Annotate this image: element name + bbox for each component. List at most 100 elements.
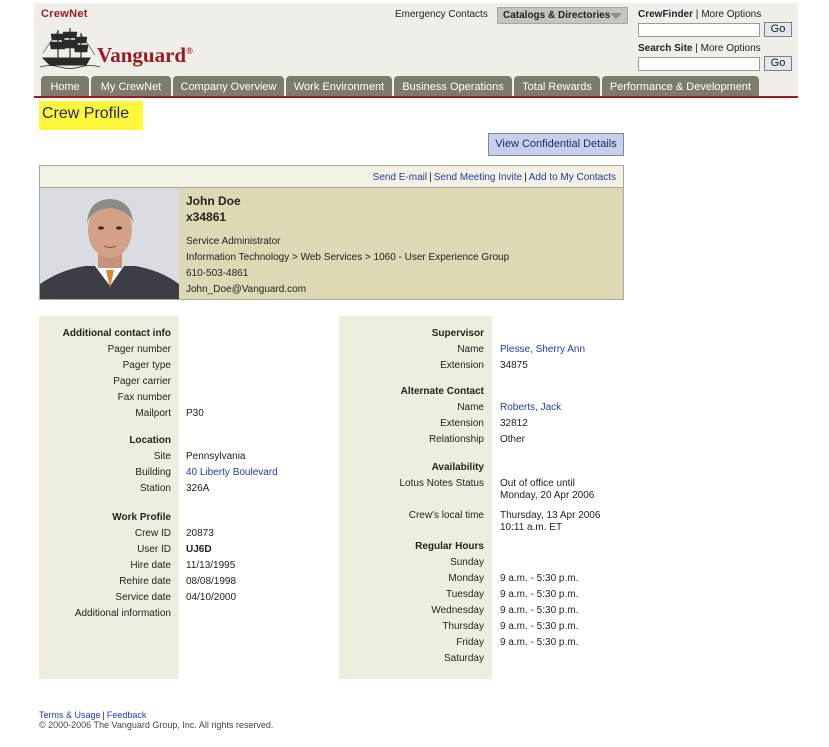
chevron-down-icon — [610, 13, 622, 19]
tab-my-crewnet[interactable]: My CrewNet — [91, 76, 171, 96]
local-time-label: Crew's local time — [408, 510, 484, 521]
lotus-notes-status-line2: Monday, 20 Apr 2006 — [500, 490, 595, 501]
pager-carrier-label: Pager carrier — [113, 376, 171, 387]
crewfinder-label: CrewFinder — [638, 9, 694, 20]
mailport-label: Mailport — [135, 408, 171, 419]
alternate-contact-heading: Alternate Contact — [400, 386, 484, 397]
vanguard-logo-text: Vanguard® — [97, 43, 193, 67]
profile-card: Send E-mail | Send Meeting Invite | Add to M… — [39, 165, 624, 300]
local-time-line2: 10:11 a.m. ET — [500, 522, 563, 533]
building-label: Building — [135, 467, 171, 478]
tab-work-environment[interactable]: Work Environment — [286, 76, 392, 96]
day-label-thursday: Thursday — [442, 621, 484, 632]
separator: | — [695, 43, 698, 54]
lotus-notes-label: Lotus Notes Status — [399, 478, 485, 489]
tab-company-overview[interactable]: Company Overview — [173, 76, 284, 96]
alternate-extension-label: Extension — [440, 418, 484, 429]
site-value: Pennsylvania — [186, 451, 246, 462]
separator: | — [524, 172, 527, 183]
crewfinder-row: CrewFinder | More Options — [638, 9, 761, 20]
main-nav: Home My CrewNet Company Overview Work En… — [34, 76, 798, 96]
view-confidential-button[interactable]: View Confidential Details — [488, 133, 624, 156]
search-site-label: Search Site — [638, 43, 693, 54]
profile-title: Service Administrator — [186, 236, 281, 247]
supervisor-extension-label: Extension — [440, 360, 484, 371]
rehire-date-label: Rehire date — [119, 576, 171, 587]
tab-total-rewards[interactable]: Total Rewards — [514, 76, 600, 96]
crewnet-link[interactable]: CrewNet — [41, 8, 88, 20]
send-meeting-invite-link[interactable]: Send Meeting Invite — [434, 172, 522, 183]
search-go-button[interactable]: Go — [764, 56, 792, 71]
site-label: Site — [153, 451, 171, 462]
regular-hours-heading: Regular Hours — [415, 541, 484, 552]
crew-id-value: 20873 — [186, 528, 214, 539]
day-label-monday: Monday — [448, 573, 484, 584]
hours-friday: 9 a.m. - 5:30 p.m. — [500, 637, 579, 648]
profile-department: Information Technology > Web Services > … — [186, 252, 510, 263]
user-id-label: User ID — [137, 544, 171, 555]
crewfinder-go-button[interactable]: Go — [764, 22, 792, 37]
separator: | — [429, 172, 432, 183]
crew-id-label: Crew ID — [134, 528, 171, 539]
profile-extension: x34861 — [186, 210, 227, 224]
service-date-label: Service date — [115, 592, 171, 603]
profile-photo — [40, 188, 179, 299]
separator: | — [695, 9, 699, 20]
building-link[interactable]: 40 Liberty Boulevard — [186, 467, 278, 478]
card-action-links: Send E-mail | Send Meeting Invite | Add to M… — [373, 172, 616, 183]
supervisor-name-label: Name — [457, 344, 484, 355]
day-label-tuesday: Tuesday — [446, 589, 484, 600]
supervisor-heading: Supervisor — [431, 328, 484, 339]
day-label-friday: Friday — [456, 637, 484, 648]
additional-contact-heading: Additional contact info — [62, 328, 171, 339]
nav-underline — [34, 96, 798, 98]
hire-date-value: 11/13/1995 — [186, 560, 236, 571]
day-label-wednesday: Wednesday — [431, 605, 484, 616]
hire-date-label: Hire date — [130, 560, 171, 571]
work-profile-heading: Work Profile — [112, 512, 171, 523]
fax-number-label: Fax number — [117, 392, 171, 403]
day-label-sunday: Sunday — [450, 557, 484, 568]
tab-home[interactable]: Home — [41, 76, 89, 96]
mailport-value: P30 — [186, 408, 204, 419]
additional-information-label: Additional information — [74, 608, 171, 619]
search-more-options-link[interactable]: More Options — [701, 43, 761, 54]
catalogs-directories-dropdown[interactable]: Catalogs & Directories — [497, 7, 628, 24]
profile-phone: 610-503-4861 — [186, 268, 249, 279]
station-value: 326A — [186, 483, 210, 494]
crewfinder-more-options-link[interactable]: More Options — [701, 9, 761, 20]
supervisor-extension-value: 34875 — [500, 360, 528, 371]
tab-business-operations[interactable]: Business Operations — [394, 76, 512, 96]
relationship-value: Other — [500, 434, 526, 445]
send-email-link[interactable]: Send E-mail — [373, 172, 427, 183]
hours-tuesday: 9 a.m. - 5:30 p.m. — [500, 589, 579, 600]
pager-type-label: Pager type — [122, 360, 171, 371]
user-id-value: UJ6D — [186, 544, 212, 555]
day-label-saturday: Saturday — [443, 653, 484, 664]
catalogs-label: Catalogs & Directories — [503, 10, 611, 21]
terms-usage-link[interactable]: Terms & Usage — [39, 710, 101, 720]
alternate-name-link[interactable]: Roberts, Jack — [500, 402, 561, 413]
card-actions-bar: Send E-mail | Send Meeting Invite | Add to M… — [40, 166, 623, 188]
feedback-link[interactable]: Feedback — [107, 710, 147, 720]
location-heading: Location — [129, 435, 171, 446]
hours-thursday: 9 a.m. - 5:30 p.m. — [500, 621, 579, 632]
supervisor-name-link[interactable]: Plesse, Sherry Ann — [500, 344, 585, 355]
hours-wednesday: 9 a.m. - 5:30 p.m. — [500, 605, 579, 616]
add-to-contacts-link[interactable]: Add to My Contacts — [529, 172, 616, 183]
tab-performance-development[interactable]: Performance & Development — [602, 76, 759, 96]
alternate-name-label: Name — [457, 402, 484, 413]
search-site-row: Search Site | More Options — [638, 43, 761, 54]
profile-email: John_Doe@Vanguard.com — [186, 284, 307, 295]
search-site-input[interactable] — [638, 57, 760, 71]
page-title: Crew Profile — [39, 101, 143, 130]
availability-heading: Availability — [431, 462, 484, 473]
copyright-text: © 2000-2006 The Vanguard Group, Inc. All… — [39, 720, 274, 730]
footer-links: Terms & Usage | Feedback — [39, 710, 146, 720]
service-date-value: 04/10/2000 — [186, 592, 237, 603]
local-time-line1: Thursday, 13 Apr 2006 — [500, 510, 601, 521]
station-label: Station — [139, 483, 171, 494]
relationship-label: Relationship — [428, 434, 484, 445]
crewfinder-input[interactable] — [638, 23, 760, 37]
emergency-contacts-link[interactable]: Emergency Contacts — [395, 9, 488, 20]
